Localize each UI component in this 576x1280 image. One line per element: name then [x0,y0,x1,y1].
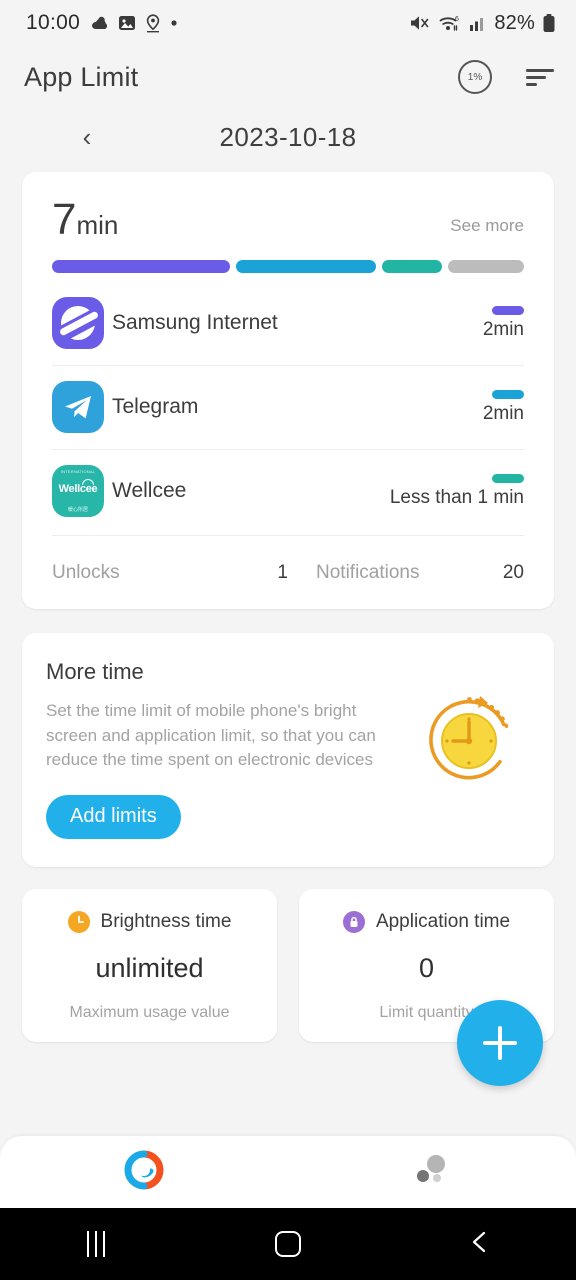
application-card-header: Application time [299,910,554,933]
app-color-pill [492,473,524,483]
brightness-card-value: unlimited [95,952,204,983]
clock-arrow-icon [422,691,516,790]
app-usage-list: Samsung Internet 2min Telegram 2min INTE… [52,281,524,533]
list-item[interactable]: Telegram 2min [52,365,524,449]
dot-icon [170,19,178,27]
page-title: App Limit [24,61,139,92]
unlocks-value: 1 [277,561,288,583]
brightness-time-card[interactable]: Brightness time unlimited Maximum usage … [22,888,277,1042]
app-name: Telegram [112,395,199,418]
more-time-card: More time Set the time limit of mobile p… [22,633,554,867]
wellcee-icon: INTERNATIONAL Wellcee 暖心所居 [52,465,104,517]
list-item[interactable]: INTERNATIONAL Wellcee 暖心所居 Wellcee Less … [52,449,524,533]
usage-segment-bar [52,260,524,273]
bottom-navigation [0,1136,576,1208]
lock-icon [342,910,365,933]
photos-icon [118,14,136,32]
app-usage-value: 2min [482,318,524,340]
svg-text:6: 6 [455,16,459,23]
brightness-card-header: Brightness time [22,910,277,933]
wellcee-icon-top-text: INTERNATIONAL [60,469,96,474]
status-bar-right: 6 82% [409,12,556,35]
bubbles-icon [411,1149,453,1196]
app-bar-actions: 1% [458,60,554,94]
more-time-description: Set the time limit of mobile phone's bri… [46,701,376,770]
see-more-link[interactable]: See more [450,216,524,242]
location-icon [145,13,161,33]
app-color-pill [492,389,524,399]
android-navigation-bar [0,1208,576,1280]
unlocks-stat: Unlocks 1 [52,562,288,584]
app-screen: 10:00 6 82% App Limit 1% ‹ 2023-10-18 7m… [0,0,576,1280]
total-usage: 7min [52,198,118,242]
back-icon [466,1228,494,1261]
samsung-internet-icon [52,297,104,349]
status-bar-left: 10:00 [26,11,178,35]
segment-wellcee [382,260,443,273]
brightness-card-title: Brightness time [100,910,232,932]
battery-usage-badge[interactable]: 1% [458,60,492,94]
telegram-icon [52,381,104,433]
app-name: Wellcee [112,479,187,502]
signal-icon [469,14,487,32]
wellcee-icon-bottom-text: 暖心所居 [67,507,88,513]
bubbles-tab[interactable] [288,1149,576,1196]
recents-button[interactable] [0,1231,192,1257]
usage-card: 7min See more Samsung Internet 2min Tele… [22,172,554,609]
segment-samsung-internet [52,260,231,273]
list-item[interactable]: Samsung Internet 2min [52,281,524,365]
back-button[interactable] [384,1228,576,1261]
notifications-stat: Notifications 20 [288,562,524,584]
app-usage: 2min [482,389,524,425]
wellcee-icon-label: Wellcee [58,483,98,495]
recents-icon [87,1231,105,1257]
unlocks-label: Unlocks [52,561,120,583]
segment-other [448,260,524,273]
battery-usage-value: 1% [467,71,483,83]
battery-icon [542,13,556,33]
notifications-label: Notifications [316,561,420,583]
segment-telegram [236,260,377,273]
notifications-value: 20 [502,561,524,583]
mute-icon [409,13,431,33]
status-time: 10:00 [26,11,81,34]
statistics-tab[interactable] [0,1149,288,1196]
device-stats-row: Unlocks 1 Notifications 20 [52,535,524,609]
total-usage-unit: min [76,210,119,240]
app-usage: Less than 1 min [389,473,524,509]
clock-icon [67,910,90,933]
app-name: Samsung Internet [112,311,278,334]
more-time-title: More time [46,659,144,684]
app-usage: 2min [482,305,524,341]
app-usage-value: 2min [482,402,524,424]
usage-summary: 7min See more [52,198,524,242]
app-color-pill [492,305,524,315]
app-bar: App Limit 1% [0,46,576,108]
application-card-value: 0 [418,952,435,983]
add-limits-button[interactable]: Add limits [46,794,181,839]
weather-icon [89,13,109,33]
add-limit-fab[interactable] [457,1000,543,1086]
status-bar: 10:00 6 82% [0,0,576,46]
previous-day-button[interactable]: ‹ [72,124,102,150]
wifi-icon: 6 [438,13,462,33]
sort-icon[interactable] [526,68,554,86]
app-usage-value: Less than 1 min [389,486,524,508]
donut-chart-icon [123,1149,165,1196]
date-navigation: ‹ 2023-10-18 [0,108,576,166]
brightness-card-subtitle: Maximum usage value [69,1003,230,1021]
home-icon [275,1231,301,1257]
battery-percent: 82% [494,11,535,34]
total-usage-value: 7 [52,195,77,244]
home-button[interactable] [192,1231,384,1257]
application-card-title: Application time [375,910,511,932]
